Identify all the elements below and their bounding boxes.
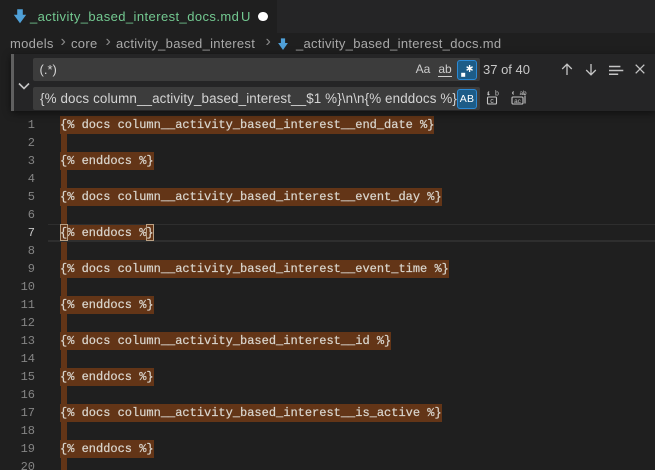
svg-text:c: c (490, 98, 494, 105)
svg-text:ab: ab (520, 90, 528, 97)
svg-text:ac: ac (514, 98, 522, 105)
svg-text:b: b (495, 91, 499, 98)
